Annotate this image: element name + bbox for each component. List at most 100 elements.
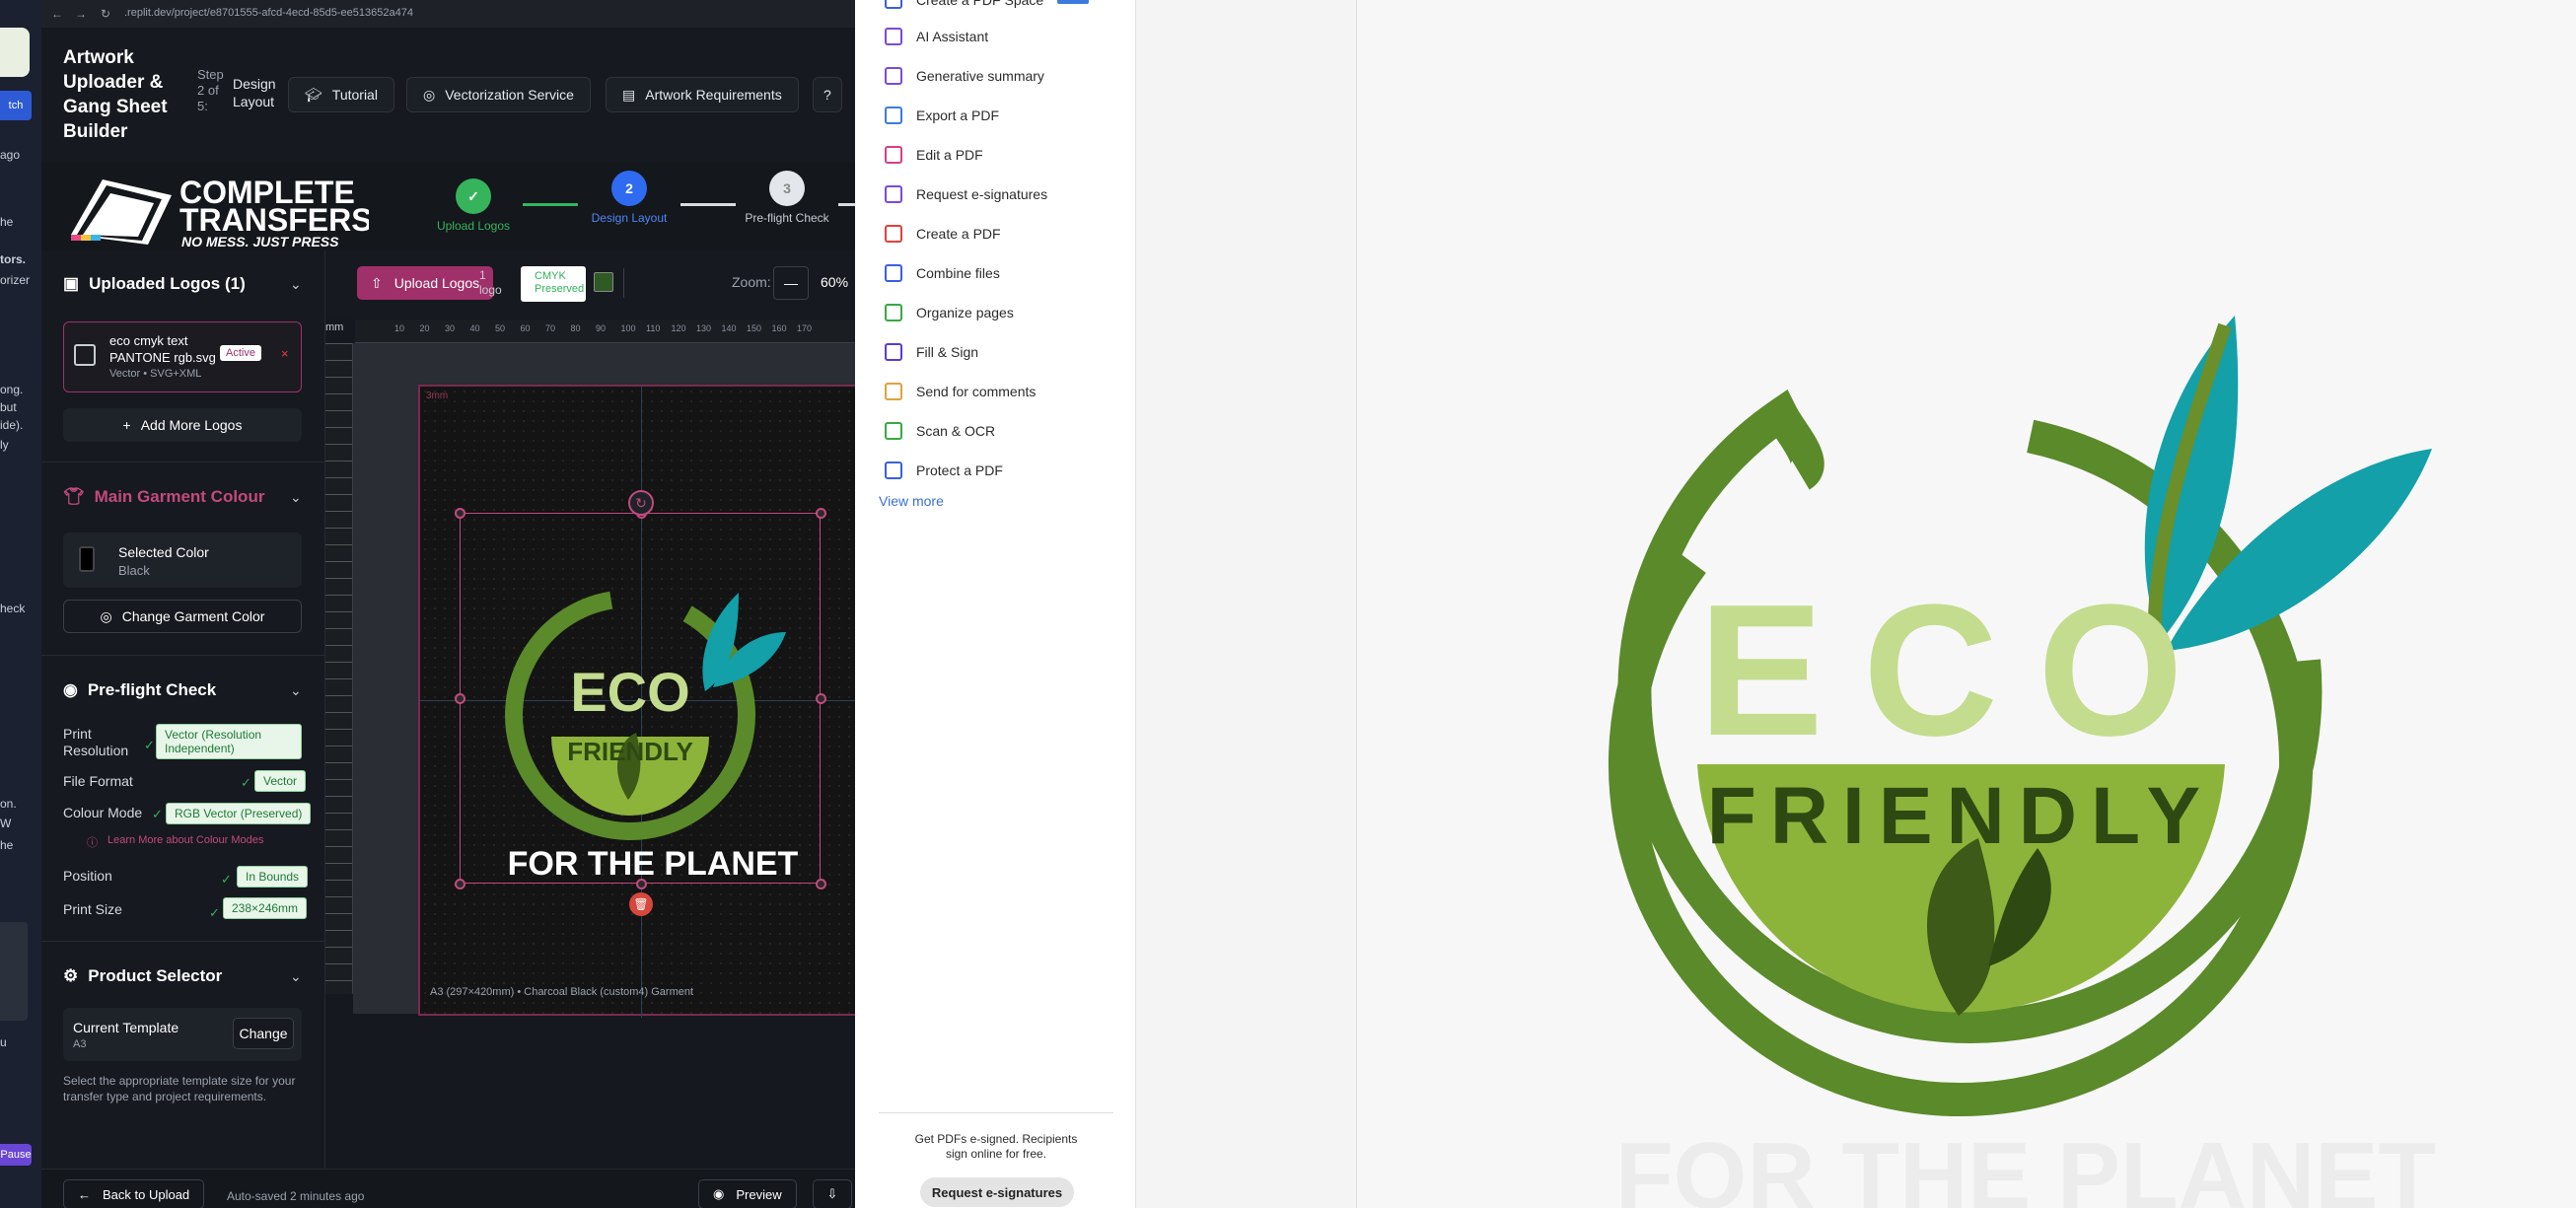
- url-text[interactable]: .replit.dev/project/e8701555-afcd-4ecd-8…: [124, 7, 413, 19]
- strip-button-1[interactable]: tch: [0, 91, 32, 120]
- bottom-bar: ← Back to Upload Auto-saved 2 minutes ago…: [41, 1169, 855, 1208]
- tool-item[interactable]: Organize pages: [885, 301, 1014, 324]
- artwork-word-2: FRIENDLY: [567, 737, 693, 766]
- chevron-down-icon[interactable]: ⌄: [290, 489, 302, 506]
- product-selector-header[interactable]: ⚙︎ Product Selector: [63, 966, 222, 986]
- pdf-caption: FOR THE PLANET: [1615, 1123, 2436, 1208]
- pause-button[interactable]: Pause: [0, 1144, 32, 1166]
- forward-icon[interactable]: →: [75, 7, 87, 21]
- resize-handle[interactable]: [636, 879, 647, 889]
- back-label: Back to Upload: [103, 1186, 190, 1202]
- check-circle-icon: ◉: [63, 680, 78, 699]
- chevron-down-icon[interactable]: ⌄: [290, 968, 302, 985]
- uploaded-logos-header[interactable]: ▣ Uploaded Logos (1): [63, 274, 246, 294]
- check-icon: ✓: [144, 738, 155, 752]
- tool-item[interactable]: Generative summary: [885, 64, 1044, 88]
- step-2-circle: 2: [611, 171, 647, 206]
- pf-value-colour: RGB Vector (Preserved): [166, 803, 312, 824]
- step-connector: [680, 203, 736, 206]
- upload-logos-button[interactable]: ⇧ Upload Logos: [357, 266, 494, 300]
- upload-label: Upload Logos: [394, 275, 480, 291]
- resize-handle[interactable]: [455, 879, 465, 889]
- chevron-down-icon[interactable]: ⌄: [290, 682, 302, 699]
- tool-item[interactable]: Fill & Sign: [885, 340, 978, 364]
- artboard-footer: A3 (297×420mm) • Charcoal Black (custom4…: [430, 986, 694, 998]
- strip-panel: [0, 922, 28, 1021]
- tool-icon: [885, 343, 902, 361]
- preview-button[interactable]: ◉ Preview: [698, 1179, 797, 1208]
- upload-icon: ⇧: [371, 274, 383, 291]
- request-esignatures-button[interactable]: Request e-signatures: [920, 1177, 1074, 1207]
- change-garment-label: Change Garment Color: [121, 608, 265, 624]
- add-more-logos-button[interactable]: + Add More Logos: [63, 408, 302, 442]
- current-template-value: A3: [73, 1038, 87, 1050]
- step-name: Design Layout: [233, 76, 276, 109]
- file-thumbnail-icon: [74, 344, 96, 366]
- resize-handle[interactable]: [455, 508, 465, 519]
- eco-logo-artwork: ECO FRIENDLY FOR THE PLANET: [505, 590, 799, 883]
- rotate-handle-icon[interactable]: ↻: [628, 490, 654, 516]
- ruler-tick-label: 30: [445, 323, 456, 333]
- ruler-tick-label: 130: [696, 323, 712, 333]
- browser-bar: ← → ↻ .replit.dev/project/e8701555-afcd-…: [41, 0, 855, 28]
- uploaded-file-card[interactable]: eco cmyk text PANTONE rgb.svg Vector • S…: [63, 321, 302, 392]
- artwork-caption: FOR THE PLANET: [508, 845, 799, 883]
- color-swatch-icon[interactable]: [594, 272, 613, 292]
- tool-icon: [885, 146, 902, 164]
- tool-label: Create a PDF Space: [916, 0, 1044, 8]
- tool-item[interactable]: AI Assistant: [885, 25, 988, 48]
- tool-item[interactable]: Edit a PDF: [885, 143, 983, 167]
- reload-icon[interactable]: ↻: [101, 7, 110, 21]
- learn-more-link[interactable]: ⓘ Learn More about Colour Modes: [87, 834, 263, 850]
- tool-item[interactable]: Export a PDF: [885, 104, 999, 127]
- acrobat-tools-panel: Create a PDF Space AI Assistant Generativ…: [855, 0, 1136, 1208]
- resize-handle[interactable]: [816, 508, 826, 519]
- plus-icon: +: [122, 417, 131, 433]
- garment-colour-header[interactable]: 👕︎ Main Garment Colour: [63, 487, 264, 507]
- tool-create-pdf-space[interactable]: Create a PDF Space: [885, 0, 1090, 12]
- horizontal-ruler: 10 20 30 40 50 60 70 80 90 100 110 120 130 140 150 160 1…: [355, 320, 855, 343]
- tool-item[interactable]: Request e-signatures: [885, 182, 1047, 206]
- tool-icon: [885, 225, 902, 243]
- preflight-header[interactable]: ◉ Pre-flight Check: [63, 680, 216, 700]
- ruler-tick-label: 60: [520, 323, 531, 333]
- app-thumb-icon: [0, 28, 30, 77]
- a3-artboard[interactable]: 3mm ECO FRIENDLY FOR THE PLANET ↻ 🗑︎ A3 …: [418, 385, 855, 1018]
- download-icon[interactable]: ⇩: [813, 1179, 852, 1208]
- strip-text: ago: [0, 148, 21, 162]
- zoom-label: Zoom:: [732, 274, 771, 290]
- tutorial-button[interactable]: 🎓︎ Tutorial: [288, 77, 394, 112]
- brand-bar: COMPLETE TRANSFERS NO MESS, JUST PRESS ✓…: [41, 162, 855, 250]
- tool-item[interactable]: Create a PDF: [885, 222, 1001, 246]
- pf-value-format: Vector: [254, 770, 307, 792]
- help-button[interactable]: ?: [813, 77, 842, 112]
- tool-icon: [885, 107, 902, 124]
- selection-box[interactable]: ECO FRIENDLY FOR THE PLANET ↻ 🗑︎: [455, 490, 826, 916]
- resize-handle[interactable]: [816, 879, 826, 889]
- change-template-button[interactable]: Change: [233, 1018, 294, 1049]
- step-connector: [838, 203, 855, 206]
- tool-item[interactable]: Scan & OCR: [885, 419, 995, 443]
- tool-item[interactable]: Send for comments: [885, 380, 1036, 403]
- vectorization-button[interactable]: ◎ Vectorization Service: [406, 77, 591, 112]
- change-garment-color-button[interactable]: ◎ Change Garment Color: [63, 600, 302, 633]
- tool-item[interactable]: Protect a PDF: [885, 459, 1003, 482]
- resize-handle[interactable]: [455, 693, 465, 704]
- tool-item[interactable]: Combine files: [885, 261, 1000, 285]
- back-icon[interactable]: ←: [51, 7, 63, 21]
- divider: [879, 1112, 1113, 1113]
- chevron-down-icon[interactable]: ⌄: [290, 276, 302, 293]
- resize-handle[interactable]: [816, 693, 826, 704]
- zoom-out-button[interactable]: —: [773, 266, 809, 300]
- back-to-upload-button[interactable]: ← Back to Upload: [63, 1179, 205, 1208]
- tool-icon: [885, 67, 902, 85]
- logo-count: 1 logo: [479, 268, 502, 297]
- artwork-requirements-button[interactable]: ▤ Artwork Requirements: [606, 77, 799, 112]
- pdf-word-2: FRIENDLY: [1707, 771, 2214, 861]
- check-icon: ✓: [241, 775, 251, 790]
- complete-transfers-logo: COMPLETE TRANSFERS NO MESS, JUST PRESS: [71, 175, 369, 247]
- trash-icon[interactable]: 🗑︎: [629, 892, 653, 916]
- remove-icon[interactable]: ×: [281, 346, 289, 361]
- view-more-link[interactable]: View more: [879, 493, 944, 509]
- ruler-tick-label: 160: [771, 323, 787, 333]
